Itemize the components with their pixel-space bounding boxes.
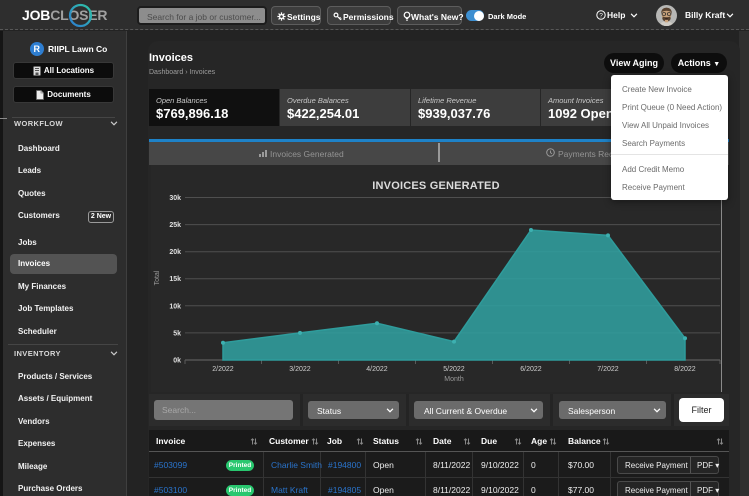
- svg-text:3/2022: 3/2022: [289, 366, 311, 373]
- svg-text:30k: 30k: [169, 195, 181, 202]
- svg-text:20k: 20k: [169, 249, 181, 256]
- svg-text:10k: 10k: [169, 303, 181, 310]
- svg-text:INVOICES GENERATED: INVOICES GENERATED: [372, 180, 499, 192]
- svg-text:Total: Total: [154, 270, 161, 285]
- svg-text:25k: 25k: [169, 222, 181, 229]
- svg-text:2/2022: 2/2022: [212, 366, 234, 373]
- svg-text:7/2022: 7/2022: [597, 366, 619, 373]
- svg-text:0k: 0k: [173, 358, 181, 365]
- svg-text:6/2022: 6/2022: [520, 366, 542, 373]
- svg-text:5k: 5k: [173, 330, 181, 337]
- svg-text:5/2022: 5/2022: [443, 366, 465, 373]
- svg-text:8/2022: 8/2022: [674, 366, 696, 373]
- svg-text:15k: 15k: [169, 276, 181, 283]
- svg-text:Month: Month: [444, 376, 464, 383]
- svg-text:4/2022: 4/2022: [366, 366, 388, 373]
- svg-text:?: ?: [599, 12, 603, 19]
